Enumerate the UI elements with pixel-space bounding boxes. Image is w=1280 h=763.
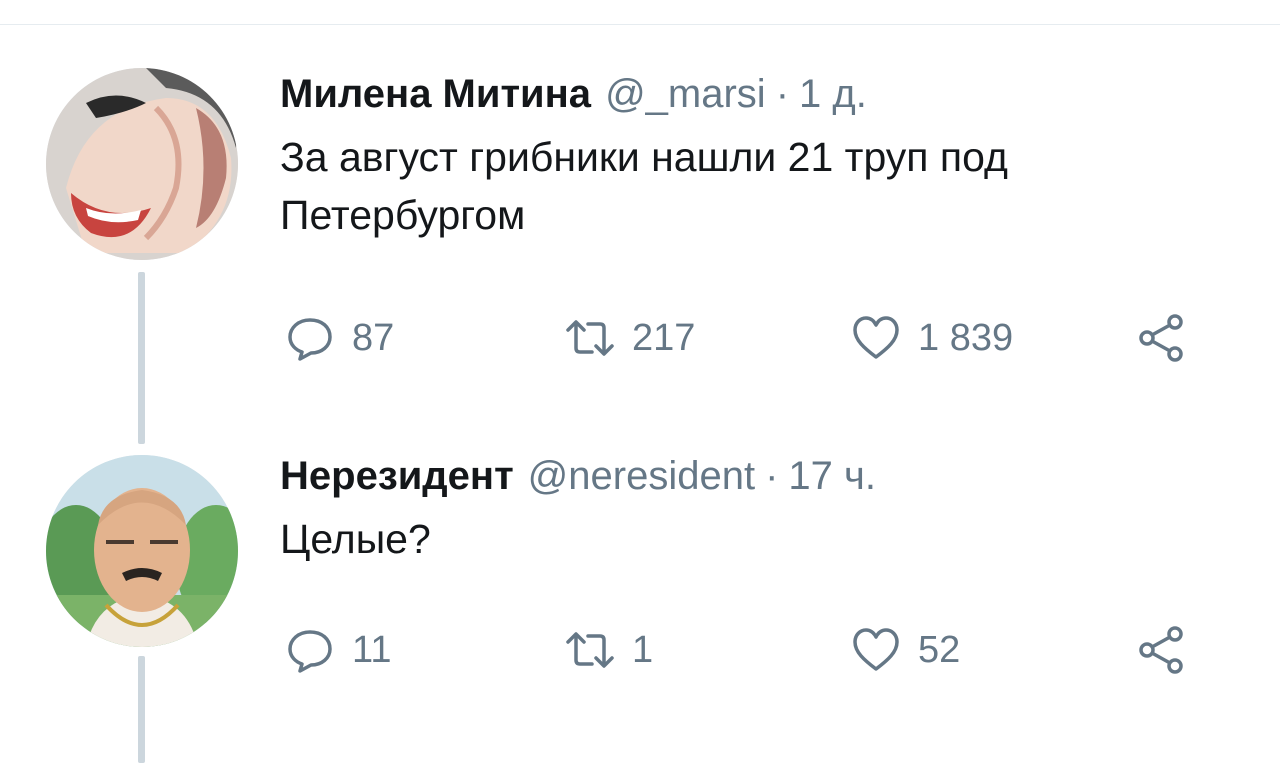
separator: · [765, 454, 779, 498]
retweet-icon [564, 312, 616, 364]
reply-count: 87 [352, 316, 395, 359]
retweet-count: 217 [632, 316, 696, 359]
heart-icon [850, 624, 902, 676]
reply-icon [284, 624, 336, 676]
tweet-actions: 87 217 1 839 [280, 308, 1190, 368]
reply-count: 11 [352, 628, 392, 671]
reply-icon [284, 312, 336, 364]
tweet-header: Нерезидент @neresident · 17 ч. [280, 452, 1240, 500]
thread-line [138, 656, 145, 763]
avatar[interactable] [46, 455, 238, 647]
retweet-count: 1 [632, 628, 654, 671]
like-button[interactable]: 1 839 [850, 312, 1013, 364]
like-button[interactable]: 52 [850, 624, 960, 676]
heart-icon [850, 312, 902, 364]
avatar-image [46, 68, 238, 260]
timestamp[interactable]: 1 д. [799, 70, 867, 118]
avatar-image [46, 455, 238, 647]
separator: · [775, 72, 790, 116]
avatar[interactable] [46, 68, 238, 260]
reply-button[interactable]: 87 [284, 312, 394, 364]
top-divider [0, 24, 1280, 25]
tweet-text: Целые? [280, 516, 431, 562]
author-name[interactable]: Нерезидент [280, 452, 514, 500]
timestamp[interactable]: 17 ч. [788, 452, 876, 500]
like-count: 52 [918, 628, 961, 671]
tweet-actions: 11 1 52 [280, 620, 1190, 680]
retweet-icon [564, 624, 616, 676]
author-name[interactable]: Милена Митина [280, 70, 591, 118]
share-icon [1135, 624, 1187, 676]
retweet-button[interactable]: 217 [564, 312, 695, 364]
like-count: 1 839 [918, 316, 1014, 359]
retweet-button[interactable]: 1 [564, 624, 653, 676]
tweet-header: Милена Митина @_marsi · 1 д. [280, 70, 1240, 118]
share-icon [1135, 312, 1187, 364]
share-button[interactable] [1135, 624, 1187, 676]
author-handle[interactable]: @neresident [528, 452, 755, 500]
thread-line [138, 272, 145, 444]
tweet[interactable]: Нерезидент @neresident · 17 ч. Целые? 11… [280, 452, 1240, 674]
tweet[interactable]: Милена Митина @_marsi · 1 д. За август г… [280, 70, 1240, 362]
share-button[interactable] [1135, 312, 1187, 364]
tweet-text: За август грибники нашли 21 труп под Пет… [280, 134, 1008, 238]
author-handle[interactable]: @_marsi [605, 70, 766, 118]
reply-button[interactable]: 11 [284, 624, 391, 676]
